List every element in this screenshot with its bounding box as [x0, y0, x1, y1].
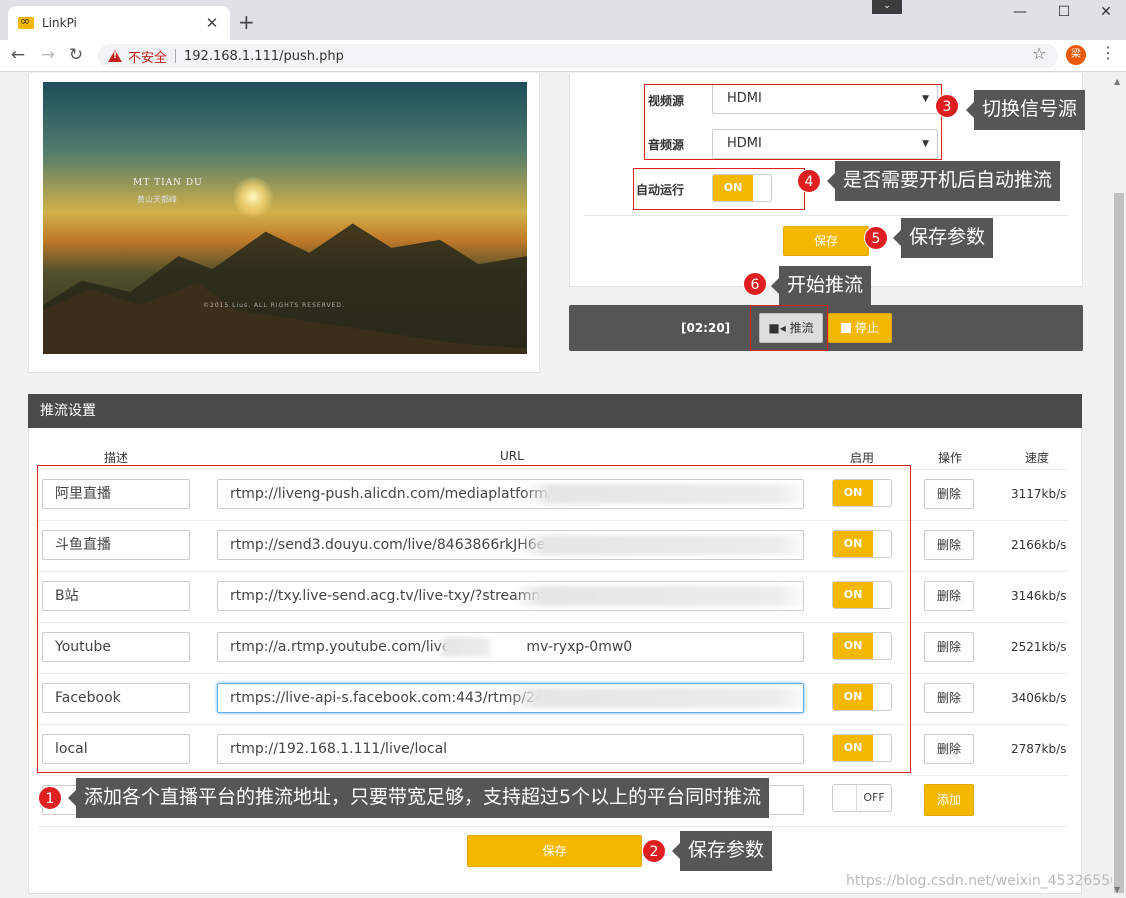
header-enable: 启用: [850, 451, 875, 465]
browser-titlebar: LinkPi ✕ + ⌄ — ☐ ✕: [0, 0, 1126, 40]
speed-value: 3406kb/s: [1011, 691, 1067, 705]
annotation-callout-1: 添加各个直播平台的推流地址，只要带宽足够，支持超过5个以上的平台同时推流: [67, 778, 770, 818]
annotation-box-autorun: [633, 168, 805, 210]
speed-value: 2166kb/s: [1011, 538, 1067, 552]
annotation-callout-4: 是否需要开机后自动推流: [826, 161, 1061, 201]
annotation-badge-1: 1: [38, 786, 62, 810]
delete-button[interactable]: 删除: [924, 479, 974, 509]
tab-close-icon[interactable]: ✕: [204, 14, 220, 32]
annotation-badge-4: 4: [797, 169, 821, 193]
speed-value: 3146kb/s: [1011, 589, 1067, 603]
bookmark-star-icon[interactable]: ☆: [1032, 44, 1046, 63]
annotation-badge-6: 6: [743, 272, 767, 296]
delete-button[interactable]: 删除: [924, 734, 974, 764]
delete-button[interactable]: 删除: [924, 632, 974, 662]
browser-menu-icon[interactable]: ⋮: [1100, 43, 1116, 62]
header-speed: 速度: [1025, 451, 1050, 465]
profile-avatar[interactable]: 梁: [1066, 45, 1086, 65]
new-enable-toggle[interactable]: OFF: [832, 784, 892, 812]
annotation-box-rows: [37, 465, 911, 773]
delete-button[interactable]: 删除: [924, 530, 974, 560]
new-tab-icon[interactable]: +: [238, 10, 255, 34]
header-url: URL: [500, 449, 524, 463]
preview-subcaption: 黄山天都峰: [137, 195, 177, 204]
minimize-icon[interactable]: —: [1010, 4, 1030, 20]
url-text: 192.168.1.111/push.php: [184, 48, 344, 64]
address-bar: ← → ↻ 不安全 192.168.1.111/push.php ☆ 梁 ⋮: [0, 40, 1126, 72]
preview-credit: ©2015 Lius. ALL RIGHTS RESERVED.: [203, 302, 345, 309]
maximize-icon[interactable]: ☐: [1054, 4, 1074, 20]
stop-button[interactable]: 停止: [828, 313, 892, 343]
scroll-up-icon[interactable]: ▲: [1114, 77, 1120, 86]
back-icon[interactable]: ←: [8, 45, 28, 65]
speed-value: 2521kb/s: [1011, 640, 1067, 654]
annotation-badge-2: 2: [642, 839, 666, 863]
window-dropdown-icon[interactable]: ⌄: [872, 0, 902, 14]
preview-caption: MT TIAN DU: [133, 178, 203, 188]
annotation-box-source: [644, 84, 942, 160]
delete-button[interactable]: 删除: [924, 581, 974, 611]
annotation-callout-5: 保存参数: [892, 218, 994, 258]
close-window-icon[interactable]: ✕: [1096, 4, 1116, 20]
header-action: 操作: [938, 451, 963, 465]
annotation-callout-3: 切换信号源: [965, 90, 1086, 130]
url-field[interactable]: 不安全 192.168.1.111/push.php: [98, 44, 1058, 68]
browser-tab[interactable]: LinkPi ✕: [8, 6, 230, 40]
tab-title: LinkPi: [42, 16, 77, 30]
annotation-badge-5: 5: [864, 226, 888, 250]
delete-button[interactable]: 删除: [924, 683, 974, 713]
stream-timer: [02:20]: [681, 321, 731, 335]
header-desc: 描述: [104, 451, 129, 465]
annotation-box-push: [750, 305, 828, 351]
forward-icon[interactable]: →: [38, 45, 58, 65]
security-status[interactable]: 不安全: [128, 47, 167, 66]
push-settings-save-button[interactable]: 保存: [467, 835, 642, 867]
reload-icon[interactable]: ↻: [66, 45, 86, 65]
push-settings-title: 推流设置: [28, 394, 1082, 428]
page-scrollbar[interactable]: ▲ ▼: [1112, 73, 1126, 898]
warning-icon: [108, 50, 122, 62]
add-row-button[interactable]: 添加: [924, 784, 974, 816]
annotation-badge-3: 3: [935, 94, 959, 118]
scroll-down-icon[interactable]: ▼: [1114, 885, 1120, 894]
speed-value: 2787kb/s: [1011, 742, 1067, 756]
annotation-callout-6: 开始推流: [770, 266, 872, 306]
watermark: https://blog.csdn.net/weixin_45326556: [846, 873, 1112, 889]
preview-card: MT TIAN DU 黄山天都峰 ©2015 Lius. ALL RIGHTS …: [28, 73, 540, 373]
video-preview: MT TIAN DU 黄山天都峰 ©2015 Lius. ALL RIGHTS …: [43, 82, 527, 354]
speed-value: 3117kb/s: [1011, 487, 1067, 501]
linkpi-favicon-icon: [18, 14, 34, 29]
annotation-callout-2: 保存参数: [671, 831, 773, 871]
config-save-button[interactable]: 保存: [783, 226, 869, 256]
scroll-thumb[interactable]: [1114, 193, 1124, 893]
stop-icon: [841, 323, 852, 333]
